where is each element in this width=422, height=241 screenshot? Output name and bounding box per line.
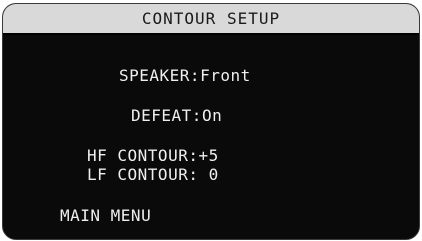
menu-item-lf-contour[interactable]: LF CONTOUR: 0 — [87, 166, 219, 184]
menu-item-speaker[interactable]: SPEAKER:Front — [119, 67, 251, 85]
menu-item-hf-contour[interactable]: HF CONTOUR:+5 — [87, 147, 219, 165]
defeat-label: DEFEAT: — [131, 106, 202, 125]
defeat-value: On — [201, 106, 223, 125]
speaker-label: SPEAKER: — [119, 66, 201, 85]
speaker-value: Front — [200, 66, 251, 85]
hf-contour-value: +5 — [198, 146, 219, 165]
osd-screen: CONTOUR SETUP SPEAKER:Front DEFEAT:On HF… — [2, 3, 420, 240]
lf-contour-label: LF CONTOUR: — [87, 165, 199, 184]
menu-item-defeat[interactable]: DEFEAT:On — [131, 107, 222, 125]
menu-item-main-menu[interactable]: MAIN MENU — [60, 207, 151, 225]
hf-contour-label: HF CONTOUR: — [87, 146, 199, 165]
lf-contour-value: 0 — [198, 165, 219, 184]
screen-title: CONTOUR SETUP — [3, 4, 419, 35]
